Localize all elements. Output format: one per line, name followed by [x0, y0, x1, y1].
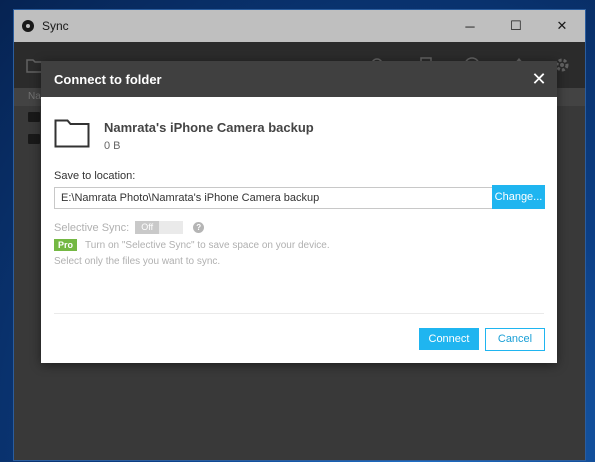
folder-name: Namrata's iPhone Camera backup: [104, 120, 314, 135]
folder-info: Namrata's iPhone Camera backup: [54, 116, 314, 148]
help-icon[interactable]: ?: [193, 222, 205, 233]
toggle-state: Off: [135, 221, 160, 234]
dialog-header: Connect to folder ✕: [41, 61, 557, 97]
pro-badge: Pro: [54, 239, 78, 251]
pro-notice-text: Turn on "Selective Sync" to save space o…: [85, 239, 330, 251]
connect-folder-dialog: Connect to folder ✕ Namrata's iPhone Cam…: [41, 61, 557, 363]
dialog-title: Connect to folder: [54, 71, 162, 87]
pro-notice: Pro Turn on "Selective Sync" to save spa…: [54, 239, 330, 251]
close-icon[interactable]: ✕: [529, 69, 549, 89]
cancel-button[interactable]: Cancel: [485, 328, 545, 351]
save-location-input[interactable]: E:\Namrata Photo\Namrata's iPhone Camera…: [54, 187, 496, 209]
selective-sync-label: Selective Sync:: [54, 221, 130, 234]
folder-icon: [54, 119, 90, 148]
folder-size: 0 B: [104, 140, 121, 152]
dialog-divider: [54, 313, 544, 314]
save-location-label: Save to location:: [54, 170, 136, 182]
pro-notice-subtext: Select only the files you want to sync.: [54, 256, 221, 267]
change-location-button[interactable]: Change...: [492, 185, 545, 209]
selective-sync-toggle[interactable]: Off: [135, 221, 184, 234]
connect-button[interactable]: Connect: [419, 328, 479, 350]
selective-sync-row: Selective Sync: Off ?: [54, 221, 205, 234]
